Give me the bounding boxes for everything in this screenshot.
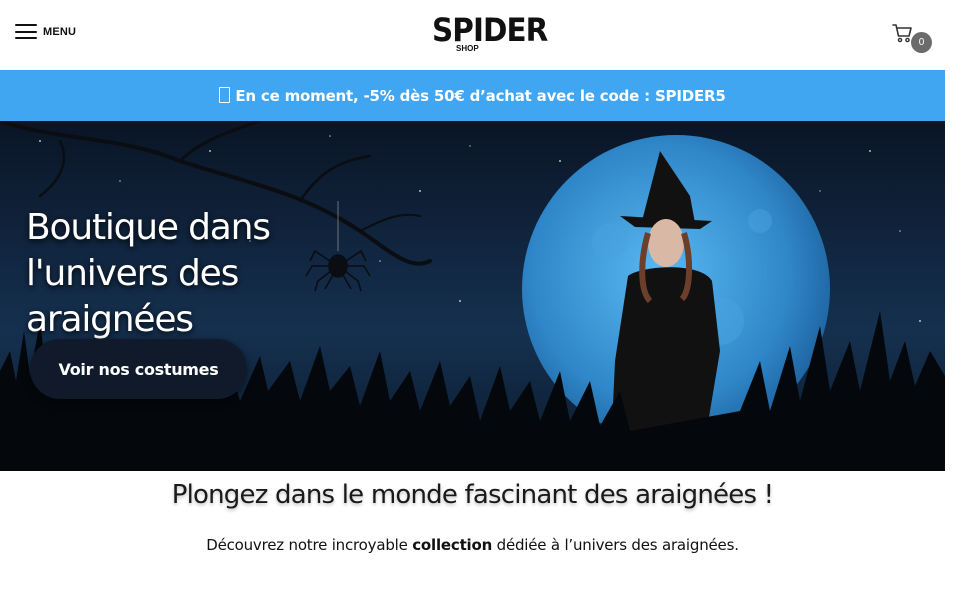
cart-count-badge: 0 [911, 32, 932, 53]
section-title: Plongez dans le monde fascinant des arai… [171, 480, 774, 510]
hero-banner: Boutique dans l'univers des araignées Vo… [0, 121, 945, 471]
description-text-after: dédiée à l’univers des araignées. [496, 536, 739, 554]
menu-button[interactable]: MENU [15, 24, 76, 39]
hamburger-icon [15, 24, 37, 39]
section-description: Découvrez notre incroyable collection dé… [0, 536, 945, 554]
site-logo[interactable]: SPIDER SHOP [432, 11, 548, 57]
hero-title: Boutique dans l'univers des araignées [26, 207, 271, 340]
collection-highlight: collection [412, 536, 493, 554]
view-costumes-button[interactable]: Voir nos costumes [30, 339, 247, 399]
description-text-before: Découvrez notre incroyable [206, 536, 408, 554]
logo-subtitle: SHOP [456, 44, 479, 53]
promo-text: En ce moment, -5% dès 50€ d’achat avec l… [235, 86, 726, 105]
site-header: MENU SPIDER SHOP 0 [0, 0, 945, 70]
gift-icon [219, 86, 231, 103]
cart-button[interactable]: 0 [892, 22, 936, 53]
logo-title: SPIDER [432, 11, 548, 49]
menu-label: MENU [43, 25, 77, 38]
promo-bar: En ce moment, -5% dès 50€ d’achat avec l… [0, 70, 945, 121]
promo-message: En ce moment, -5% dès 50€ d’achat avec l… [219, 86, 726, 105]
